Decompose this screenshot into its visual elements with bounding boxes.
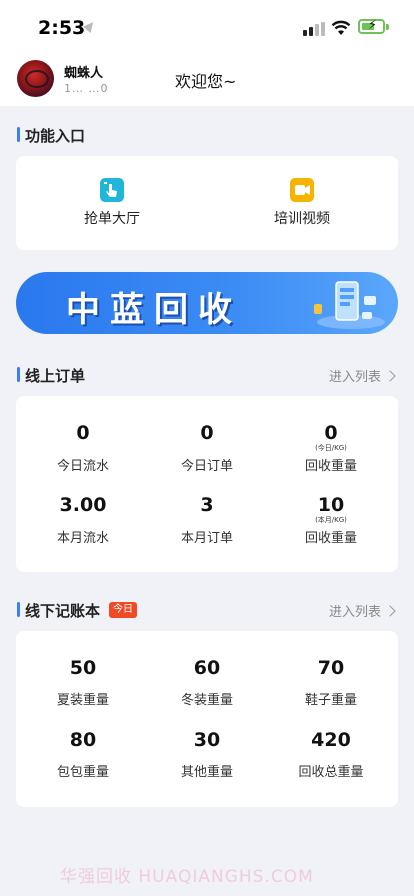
- stat-value: 10: [317, 494, 345, 516]
- cellular-signal-icon: [303, 22, 325, 36]
- stat-value: 0: [324, 422, 338, 444]
- more-link-label: 进入列表: [328, 370, 381, 385]
- battery-cap: [386, 24, 389, 30]
- stat-label: 其他重量: [180, 765, 233, 780]
- stat-value: 80: [69, 729, 97, 751]
- user-id: 1… …0: [64, 82, 109, 95]
- function-label: 培训视频: [274, 211, 330, 227]
- stat-sub: [18, 444, 148, 453]
- stat-label: 回收总重量: [298, 765, 364, 780]
- hand-tap-icon: [100, 178, 124, 202]
- stat-sub: [142, 444, 272, 453]
- stat-shoes-weight: 70 鞋子重量: [266, 657, 396, 708]
- stat-label: 回收重量: [304, 459, 357, 474]
- stat-sub: [18, 516, 148, 525]
- stat-label: 鞋子重量: [304, 693, 357, 708]
- stat-today-weight: 0 (今日/KG) 回收重量: [266, 422, 396, 474]
- chevron-right-icon: [384, 605, 396, 617]
- stat-total-weight: 420 回收总重量: [266, 729, 396, 780]
- status-time: 2:53: [38, 17, 86, 39]
- section-title-online-orders: 线上订单: [17, 365, 85, 386]
- username: 蜘蛛人: [64, 66, 104, 81]
- stat-month-orders: 3 本月订单: [142, 494, 272, 546]
- watermark: 华强回收 HUAQIANGHS.COM: [60, 867, 314, 887]
- avatar[interactable]: [17, 60, 54, 97]
- welcome-text: 欢迎您~: [175, 72, 237, 91]
- stat-label: 夏装重量: [56, 693, 109, 708]
- stat-winter-weight: 60 冬装重量: [142, 657, 272, 708]
- battery-icon: ⚡: [358, 18, 385, 34]
- today-badge: 今日: [109, 602, 137, 618]
- function-training-video[interactable]: 培训视频: [274, 178, 330, 228]
- promo-banner[interactable]: 中蓝回收: [16, 272, 398, 334]
- chevron-right-icon: [384, 370, 396, 382]
- section-title-functions: 功能入口: [17, 125, 85, 146]
- status-bar: 2:53 ⚡: [0, 0, 414, 50]
- stat-label: 今日流水: [56, 459, 109, 474]
- wifi-icon: [331, 20, 351, 35]
- section-title-offline-ledger: 线下记账本: [17, 600, 100, 621]
- stat-value: 0: [200, 422, 214, 444]
- stat-today-orders: 0 今日订单: [142, 422, 272, 474]
- stat-today-revenue: 0 今日流水: [18, 422, 148, 474]
- stat-summer-weight: 50 夏装重量: [18, 657, 148, 708]
- video-icon: [290, 178, 314, 202]
- stat-sub: [142, 516, 272, 525]
- offline-ledger-card: 50 夏装重量 60 冬装重量 70 鞋子重量 80 包包重量 30 其他重量 …: [16, 631, 398, 807]
- stat-label: 回收重量: [304, 531, 357, 546]
- online-orders-more-link[interactable]: 进入列表: [328, 366, 396, 385]
- stat-value: 0: [76, 422, 90, 444]
- stat-value: 70: [317, 657, 345, 679]
- functions-card: 抢单大厅 培训视频: [16, 156, 398, 250]
- stat-label: 本月订单: [180, 531, 233, 546]
- stat-label: 冬装重量: [180, 693, 233, 708]
- function-grab-orders[interactable]: 抢单大厅: [84, 178, 140, 228]
- function-label: 抢单大厅: [84, 211, 140, 227]
- stat-bags-weight: 80 包包重量: [18, 729, 148, 780]
- stat-sub: (本月/KG): [315, 516, 347, 524]
- stat-month-revenue: 3.00 本月流水: [18, 494, 148, 546]
- stat-value: 3.00: [59, 494, 107, 516]
- stat-sub: (今日/KG): [315, 444, 347, 452]
- stat-month-weight: 10 (本月/KG) 回收重量: [266, 494, 396, 546]
- stat-value: 30: [193, 729, 221, 751]
- stat-label: 今日订单: [180, 459, 233, 474]
- more-link-label: 进入列表: [328, 605, 381, 620]
- stat-label: 本月流水: [56, 531, 109, 546]
- online-orders-card: 0 今日流水 0 今日订单 0 (今日/KG) 回收重量 3.00 本月流水 3…: [16, 396, 398, 572]
- stat-value: 3: [200, 494, 214, 516]
- phone-illustration-icon: [314, 281, 385, 329]
- offline-ledger-more-link[interactable]: 进入列表: [328, 601, 396, 620]
- stat-value: 420: [311, 729, 351, 751]
- banner-text: 中蓝回收: [66, 290, 242, 330]
- stat-label: 包包重量: [56, 765, 109, 780]
- stat-value: 60: [193, 657, 221, 679]
- stat-value: 50: [69, 657, 97, 679]
- stat-other-weight: 30 其他重量: [142, 729, 272, 780]
